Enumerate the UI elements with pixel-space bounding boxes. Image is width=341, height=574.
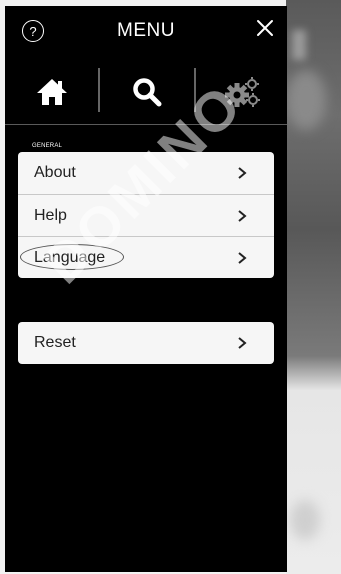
menu-item-label: About (34, 164, 76, 181)
section-label-general: GENERAL (32, 143, 63, 149)
chevron-right-icon (238, 252, 247, 264)
menu-header: ? MENU (5, 6, 287, 54)
reset-menu-card: Reset (18, 322, 274, 364)
close-button[interactable] (253, 16, 277, 40)
background-blur (292, 30, 306, 60)
menu-item-language[interactable]: Language (18, 236, 274, 278)
menu-tabs (5, 62, 287, 122)
menu-item-label: Language (34, 248, 106, 266)
menu-item-label: Reset (34, 334, 76, 351)
gears-icon (225, 77, 260, 107)
menu-item-help[interactable]: Help (18, 194, 274, 236)
chevron-right-icon (238, 337, 247, 349)
side-menu-panel: ? MENU GENERAL About Help Language Reset (5, 6, 287, 572)
chevron-right-icon (238, 210, 247, 222)
general-menu-card: About Help Language (18, 152, 274, 278)
home-icon (37, 79, 67, 105)
menu-title: MENU (117, 20, 175, 41)
menu-item-about[interactable]: About (18, 152, 274, 194)
background-blur (286, 70, 326, 130)
tab-search[interactable] (100, 62, 194, 122)
tab-home[interactable] (5, 62, 99, 122)
tabs-divider-line (5, 124, 287, 125)
chevron-right-icon (238, 167, 247, 179)
menu-item-reset[interactable]: Reset (18, 322, 274, 364)
menu-item-label: Help (34, 206, 67, 224)
tab-settings[interactable] (196, 62, 287, 122)
search-icon (133, 78, 162, 107)
close-icon (257, 20, 273, 36)
background-blur (290, 500, 320, 540)
